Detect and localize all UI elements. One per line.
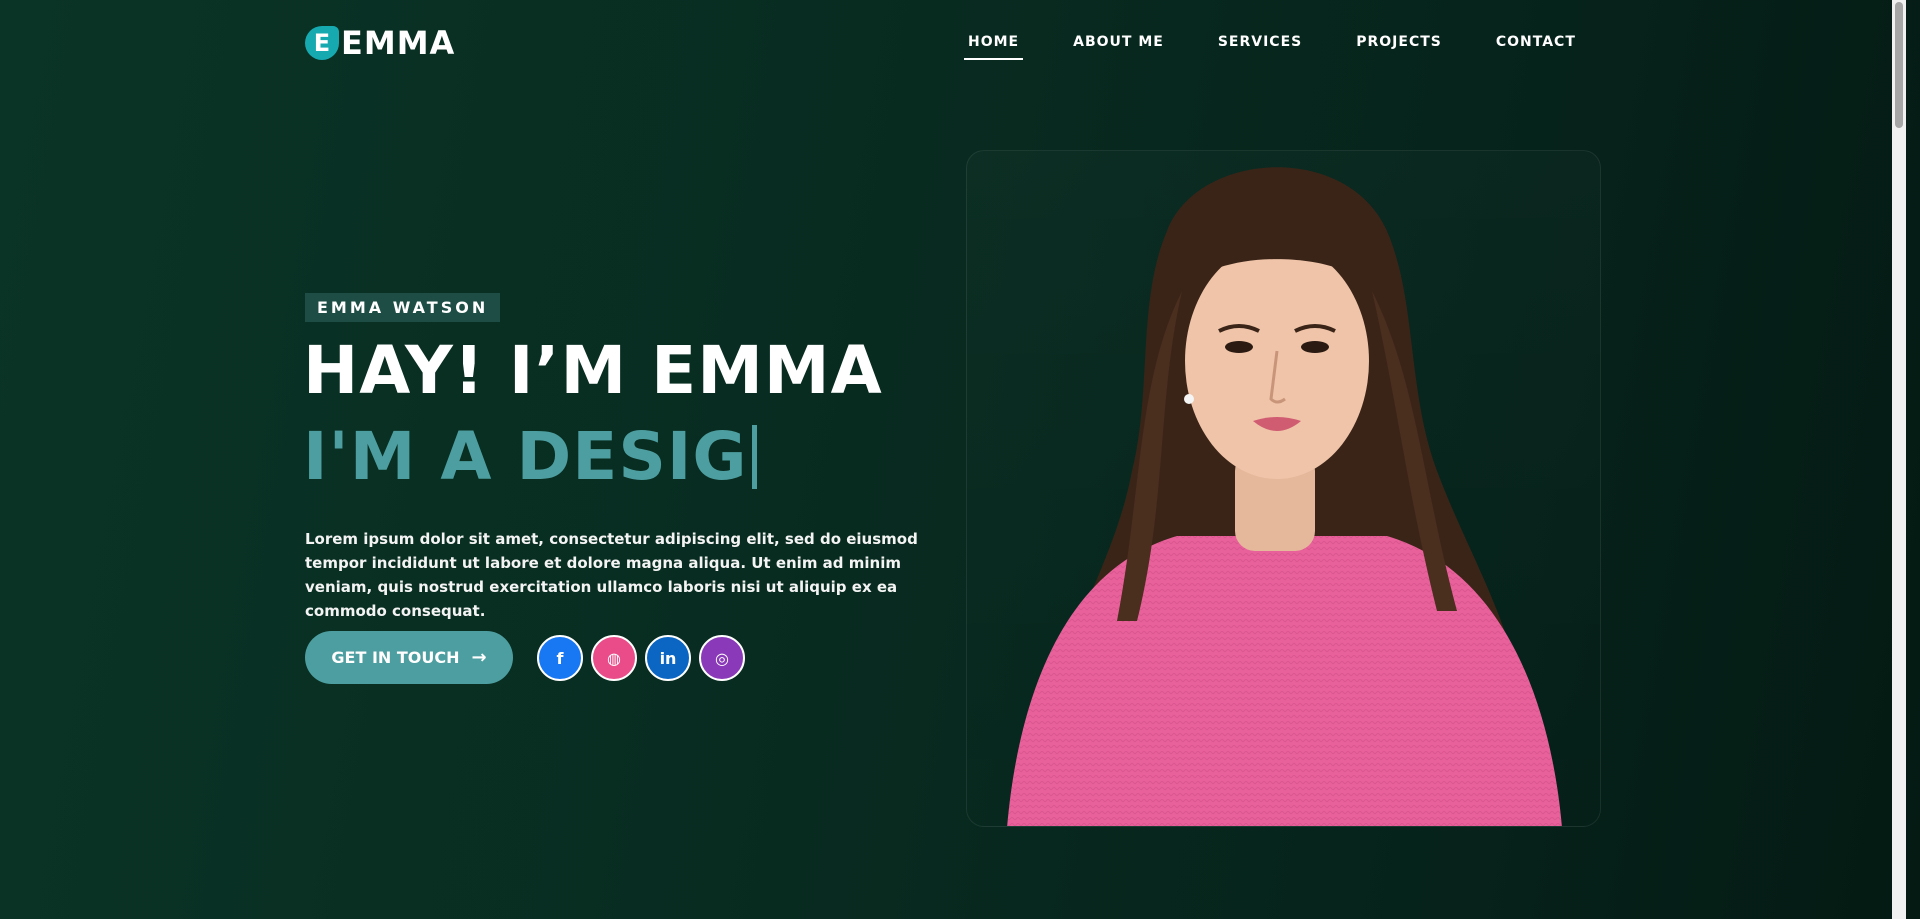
nav-home[interactable]: HOME [960,30,1027,60]
typed-subtitle: I'M A DESIG [303,418,757,495]
instagram-icon[interactable]: ◎ [699,635,745,681]
dribbble-icon[interactable]: ◍ [591,635,637,681]
portrait-frame [966,150,1601,827]
cta-label: GET IN TOUCH [331,648,460,667]
linkedin-icon[interactable]: in [645,635,691,681]
text-caret [751,424,757,489]
page-scrollbar[interactable] [1892,0,1906,919]
nav-contact[interactable]: CONTACT [1488,30,1584,60]
facebook-icon[interactable]: f [537,635,583,681]
arrow-right-icon: → [471,647,487,668]
hero-title: HAY! I’M EMMA [303,332,883,409]
logo[interactable]: E EMMA [305,24,455,62]
main-nav: HOME ABOUT ME SERVICES PROJECTS CONTACT [960,30,1622,60]
hero-description: Lorem ipsum dolor sit amet, consectetur … [305,530,918,620]
social-links: f ◍ in ◎ [537,635,753,681]
page: E EMMA HOME ABOUT ME SERVICES PROJECTS C… [0,0,1906,919]
nav-services[interactable]: SERVICES [1210,30,1310,60]
logo-mark-icon: E [305,26,339,60]
portrait-image [1007,167,1562,826]
typed-text: I'M A DESIG [303,418,748,495]
logo-text: EMMA [341,24,456,62]
name-tag: EMMA WATSON [305,293,501,322]
get-in-touch-button[interactable]: GET IN TOUCH → [305,631,513,684]
scrollbar-thumb[interactable] [1895,2,1903,128]
nav-about-me[interactable]: ABOUT ME [1065,30,1172,60]
nav-projects[interactable]: PROJECTS [1348,30,1450,60]
